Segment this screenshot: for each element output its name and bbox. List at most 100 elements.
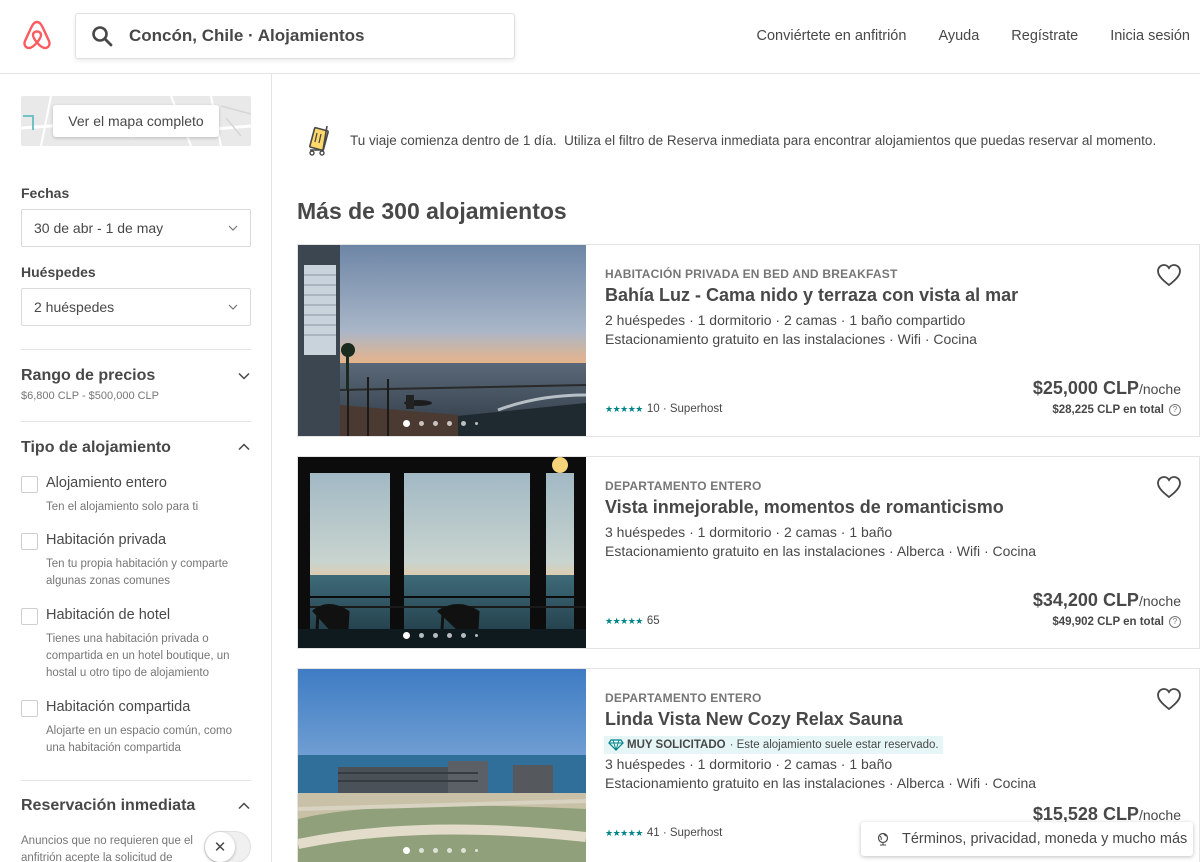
divider — [21, 421, 251, 422]
listing-card[interactable]: DEPARTAMENTO ENTERO Vista inmejorable, m… — [297, 456, 1200, 649]
coastal-building-photo — [298, 669, 586, 862]
divider — [21, 780, 251, 781]
total-value: $49,902 CLP en total — [1052, 616, 1164, 628]
guests-select[interactable]: 2 huéspedes — [21, 288, 251, 326]
rare-find-badge: MUY SOLICITADO · Este alojamiento suele … — [604, 736, 943, 754]
photo-carousel-dots[interactable] — [403, 420, 487, 427]
heart-icon[interactable] — [1156, 263, 1182, 287]
photo-carousel-dots[interactable] — [403, 632, 487, 639]
price-range-title[interactable]: Rango de precios — [21, 367, 155, 385]
nav-become-host[interactable]: Conviértete en anfitrión — [757, 28, 907, 44]
shared-room-checkbox[interactable] — [21, 700, 38, 717]
listing-total: $49,902 CLP en total? — [1052, 616, 1181, 628]
heart-icon[interactable] — [1156, 475, 1182, 499]
listing-amenities: Estacionamiento gratuito en las instalac… — [605, 543, 1037, 559]
map-preview[interactable]: Ver el mapa completo — [21, 96, 251, 146]
dates-select[interactable]: 30 de abr - 1 de may — [21, 209, 251, 247]
price-range-value: $6,800 CLP - $500,000 CLP — [21, 390, 160, 402]
listing-photo[interactable] — [298, 669, 586, 862]
globe-icon — [877, 832, 889, 846]
type-label: Habitación privada — [46, 532, 167, 548]
filter-sidebar: Ver el mapa completo Fechas 30 de abr - … — [0, 74, 272, 862]
top-nav: Conviértete en anfitrión Ayuda Regístrat… — [725, 0, 1190, 72]
chevron-up-icon[interactable] — [238, 802, 250, 810]
price-unit: /noche — [1138, 593, 1181, 609]
listing-title[interactable]: Bahía Luz - Cama nido y terraza con vist… — [605, 285, 1018, 306]
type-desc: Alojarte en un espacio común, como una h… — [46, 725, 233, 754]
review-count: 41 · Superhost — [646, 827, 723, 839]
listing-total: $28,225 CLP en total? — [1052, 404, 1181, 416]
type-label: Habitación de hotel — [46, 607, 171, 623]
review-count: 65 — [646, 615, 660, 627]
heart-icon[interactable] — [1156, 687, 1182, 711]
photo-carousel-dots[interactable] — [403, 847, 487, 854]
terms-privacy-button[interactable]: Términos, privacidad, moneda y mucho más — [861, 822, 1193, 856]
price-unit: /noche — [1138, 807, 1181, 823]
nav-login[interactable]: Inicia sesión — [1110, 28, 1190, 44]
search-input[interactable]: Concón, Chile · Alojamientos — [75, 13, 515, 59]
badge-text: · Este alojamiento suele estar reservado… — [729, 739, 939, 751]
guests-label: Huéspedes — [21, 264, 96, 280]
listing-rating: ★★★★★ 41 · Superhost — [605, 827, 722, 839]
private-room-checkbox[interactable] — [21, 533, 38, 550]
chevron-down-icon[interactable] — [238, 372, 250, 380]
luggage-cart-icon — [309, 125, 329, 156]
instant-book-title[interactable]: Reservación inmediata — [21, 797, 195, 815]
search-text: Concón, Chile · Alojamientos — [129, 26, 365, 45]
view-full-map-button[interactable]: Ver el mapa completo — [53, 105, 219, 137]
price-value: $25,000 CLP — [1032, 378, 1139, 398]
listing-photo[interactable] — [298, 457, 586, 648]
nav-help[interactable]: Ayuda — [938, 28, 979, 44]
dates-value: 30 de abr - 1 de may — [34, 220, 164, 236]
airbnb-logo-icon[interactable] — [22, 19, 52, 51]
listing-type: HABITACIÓN PRIVADA EN BED AND BREAKFAST — [605, 267, 898, 281]
listing-details: 3 huéspedes · 1 dormitorio · 2 camas · 1… — [605, 756, 893, 772]
listing-price: $25,000 CLP/noche — [1033, 378, 1181, 399]
listing-photo[interactable] — [298, 245, 586, 436]
results-title: Más de 300 alojamientos — [297, 198, 567, 224]
chevron-up-icon[interactable] — [238, 443, 250, 451]
listing-amenities: Estacionamiento gratuito en las instalac… — [605, 775, 1037, 791]
hotel-room-checkbox[interactable] — [21, 608, 38, 625]
type-desc: Tienes una habitación privada o comparti… — [46, 633, 230, 679]
listing-title[interactable]: Vista inmejorable, momentos de romantici… — [605, 497, 1004, 518]
search-icon — [92, 26, 113, 47]
entire-place-checkbox[interactable] — [21, 476, 38, 493]
nav-signup[interactable]: Regístrate — [1011, 28, 1078, 44]
divider — [21, 349, 251, 350]
info-icon[interactable]: ? — [1169, 404, 1181, 416]
listing-rating: ★★★★★ 10 · Superhost — [605, 403, 722, 415]
total-value: $28,225 CLP en total — [1052, 404, 1164, 416]
dates-label: Fechas — [21, 185, 70, 201]
listing-type: DEPARTAMENTO ENTERO — [605, 479, 762, 493]
stars-icon: ★★★★★ — [605, 827, 643, 838]
stars-icon: ★★★★★ — [605, 615, 643, 626]
listing-rating: ★★★★★ 65 — [605, 615, 660, 627]
top-header: Concón, Chile · Alojamientos Conviértete… — [0, 0, 1200, 74]
badge-bold: MUY SOLICITADO — [627, 739, 726, 751]
close-icon: ✕ — [205, 832, 235, 862]
stars-icon: ★★★★★ — [605, 403, 643, 414]
listing-details: 2 huéspedes · 1 dormitorio · 2 camas · 1… — [605, 312, 966, 328]
banner-bold: Tu viaje comienza dentro de 1 día. — [350, 132, 557, 148]
diamond-icon — [608, 739, 624, 751]
price-value: $34,200 CLP — [1032, 590, 1139, 610]
listing-price: $34,200 CLP/noche — [1033, 590, 1181, 611]
sunset-terrace-photo — [298, 245, 586, 436]
listing-details: 3 huéspedes · 1 dormitorio · 2 camas · 1… — [605, 524, 893, 540]
listing-title[interactable]: Linda Vista New Cozy Relax Sauna — [605, 709, 903, 730]
type-label: Habitación compartida — [46, 699, 191, 715]
property-type-title[interactable]: Tipo de alojamiento — [21, 439, 171, 457]
info-icon[interactable]: ? — [1169, 616, 1181, 628]
type-desc: Ten el alojamiento solo para ti — [46, 501, 199, 513]
banner-text: Tu viaje comienza dentro de 1 día. Utili… — [350, 133, 1156, 148]
instant-book-toggle[interactable]: ✕ — [204, 831, 251, 862]
price-unit: /noche — [1138, 381, 1181, 397]
chevron-down-icon — [228, 304, 238, 310]
type-desc: Ten tu propia habitación y comparte algu… — [46, 558, 229, 587]
chevron-down-icon — [228, 225, 238, 231]
listing-card[interactable]: HABITACIÓN PRIVADA EN BED AND BREAKFAST … — [297, 244, 1200, 437]
listing-type: DEPARTAMENTO ENTERO — [605, 691, 762, 705]
footer-pill-text: Términos, privacidad, moneda y mucho más — [902, 831, 1188, 847]
guests-value: 2 huéspedes — [34, 299, 115, 315]
